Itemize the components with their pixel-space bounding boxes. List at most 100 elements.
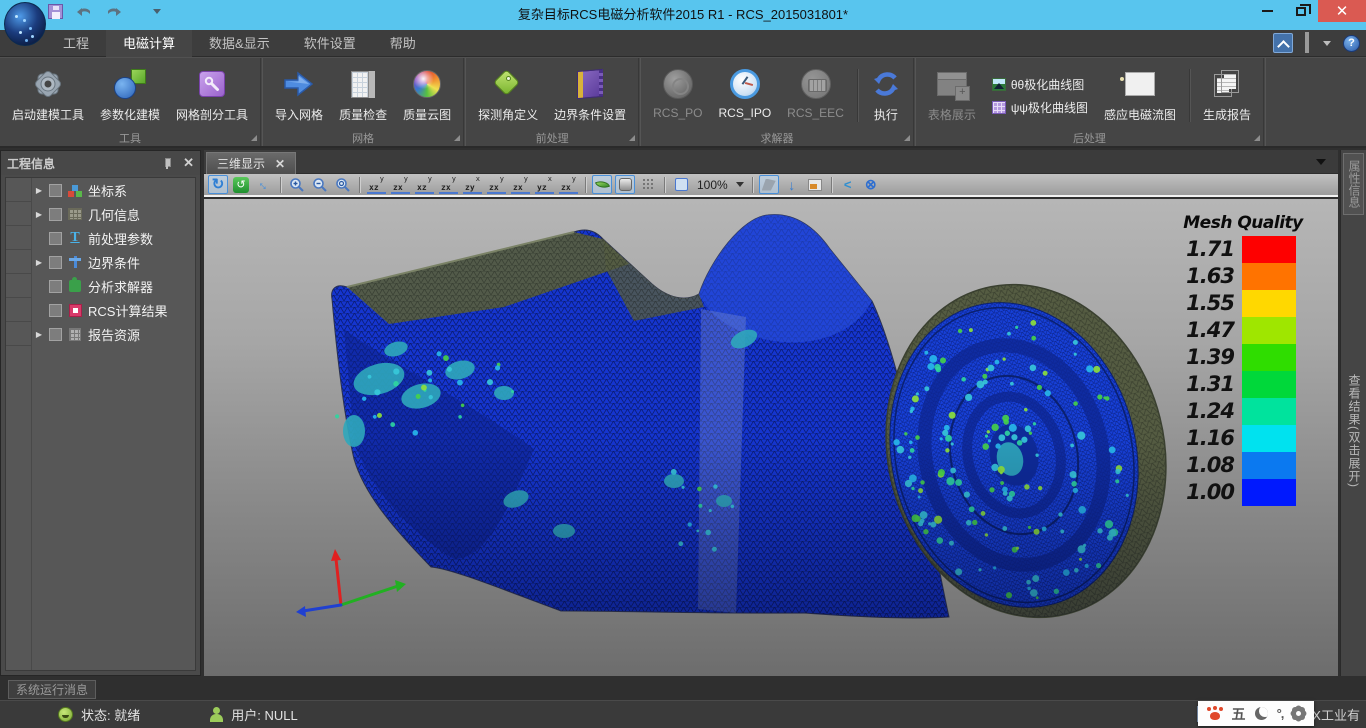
view-iso-button[interactable]: yzx <box>559 176 578 194</box>
drop-view-button[interactable]: ↓ <box>782 175 802 194</box>
view-xz2-button[interactable]: yxz <box>415 176 434 194</box>
solid-mode-button[interactable] <box>615 175 635 194</box>
tree-item-report-resources[interactable]: ▶ 报告资源 <box>32 322 195 346</box>
share-icon: < <box>844 177 852 192</box>
checkbox[interactable] <box>49 184 62 197</box>
checkbox[interactable] <box>49 280 62 293</box>
rcs-ipo-button[interactable]: RCS_IPO <box>710 61 779 130</box>
tab-data-display[interactable]: 数据&显示 <box>192 30 287 57</box>
checkbox[interactable] <box>49 304 62 317</box>
mesh-partition-tool-button[interactable]: 网格剖分工具 <box>168 61 256 130</box>
tree-item-preprocess-params[interactable]: T 前处理参数 <box>32 226 195 250</box>
purple-book-icon <box>577 62 603 106</box>
legend-row: 1.47 <box>1182 317 1304 344</box>
rcs-eec-button[interactable]: RCS_EEC <box>779 61 852 130</box>
help-icon[interactable]: ? <box>1343 35 1360 52</box>
cancel-button[interactable]: ⊗ <box>861 175 881 194</box>
pan-button[interactable]: ↔ <box>254 175 274 194</box>
quality-check-button[interactable]: 质量检查 <box>331 61 395 130</box>
chevron-down-icon <box>1323 41 1331 46</box>
moon-icon[interactable] <box>1255 707 1268 720</box>
checkbox[interactable] <box>49 208 62 221</box>
zoom-in-button[interactable] <box>287 175 307 194</box>
parametric-modeling-button[interactable]: 参数化建模 <box>92 61 168 130</box>
pin-icon[interactable] <box>161 157 173 169</box>
tree-item-rcs-results[interactable]: RCS计算结果 <box>32 298 195 322</box>
refresh-view-button[interactable]: ↺ <box>231 175 251 194</box>
view-zx-button[interactable]: yzx <box>391 176 410 194</box>
theta-polarization-curve-button[interactable]: θθ极化曲线图 <box>992 76 1088 93</box>
generate-report-button[interactable]: 生成报告 <box>1195 61 1259 130</box>
view-yz-button[interactable]: xyz <box>535 176 554 194</box>
ribbon-group-label: 后处理 <box>916 130 1263 146</box>
ime-settings-gear-icon[interactable] <box>1292 707 1305 720</box>
launch-modeling-tool-button[interactable]: 启动建模工具 <box>4 61 92 130</box>
ribbon-group-label: 前处理 <box>466 130 638 146</box>
close-icon[interactable]: ✕ <box>275 157 285 171</box>
share-button[interactable]: < <box>838 175 858 194</box>
expand-icon[interactable]: ▶ <box>34 186 44 195</box>
expand-icon[interactable]: ▶ <box>34 258 44 267</box>
restore-button[interactable] <box>1284 0 1318 22</box>
view-results-tab[interactable]: 查看结果(双击展开) <box>1345 374 1363 514</box>
view-zx3-button[interactable]: yzx <box>487 176 506 194</box>
app-logo-icon[interactable] <box>4 2 46 46</box>
ime-toolbar[interactable]: 五 °, <box>1198 701 1314 726</box>
ime-mode-button[interactable]: 五 <box>1232 704 1246 724</box>
tab-help[interactable]: 帮助 <box>373 30 433 57</box>
property-info-tab[interactable]: 属性信息 <box>1343 153 1364 215</box>
down-arrow-icon: ↓ <box>788 177 795 193</box>
legend-swatch <box>1242 398 1296 425</box>
tab-em-compute[interactable]: 电磁计算 <box>106 30 192 57</box>
expand-icon[interactable]: ▶ <box>34 330 44 339</box>
rcs-po-button[interactable]: RCS_PO <box>645 61 710 130</box>
view-zx2-button[interactable]: yzx <box>439 176 458 194</box>
sync-icon: ↺ <box>233 177 249 193</box>
table-display-button[interactable]: 表格展示 <box>920 61 984 130</box>
display-style-button[interactable] <box>1305 34 1331 52</box>
zoom-out-button[interactable] <box>310 175 330 194</box>
ribbon-group-label: 网格 <box>263 130 463 146</box>
tree-item-geometry-info[interactable]: ▶ 几何信息 <box>32 202 195 226</box>
psi-polarization-curve-button[interactable]: ψψ极化曲线图 <box>992 99 1088 116</box>
tab-software-settings[interactable]: 软件设置 <box>287 30 373 57</box>
clip-plane-button[interactable] <box>759 175 779 194</box>
execute-button[interactable]: 执行 <box>863 61 909 130</box>
axis-triad <box>296 549 406 617</box>
detection-angle-button[interactable]: 探测角定义 <box>470 61 546 130</box>
close-icon[interactable]: ✕ <box>183 157 194 169</box>
tab-project[interactable]: 工程 <box>46 30 106 57</box>
tab-3d-display[interactable]: 三维显示 ✕ <box>206 152 296 174</box>
export-view-button[interactable] <box>805 175 825 194</box>
expand-icon[interactable]: ▶ <box>34 210 44 219</box>
refresh-arrows-icon <box>871 62 901 106</box>
boundary-condition-settings-button[interactable]: 边界条件设置 <box>546 61 634 130</box>
3d-viewport[interactable]: Mesh Quality 1.71 1.63 1.55 1.47 1.39 1.… <box>204 199 1338 676</box>
ime-punct-button[interactable]: °, <box>1277 706 1284 721</box>
tree-item-coordinate-system[interactable]: ▶ 坐标系 <box>32 178 195 202</box>
shaded-mode-button[interactable] <box>592 175 612 194</box>
view-xz-button[interactable]: yxz <box>367 176 386 194</box>
view-zy-button[interactable]: xzy <box>463 176 482 194</box>
points-mode-button[interactable] <box>638 175 658 194</box>
zoom-dropdown-icon[interactable] <box>736 182 744 187</box>
checkbox[interactable] <box>49 232 62 245</box>
boundary-axis-icon <box>67 254 83 270</box>
tree-item-boundary-conditions[interactable]: ▶ 边界条件 <box>32 250 195 274</box>
system-messages-tab[interactable]: 系统运行消息 <box>8 680 96 699</box>
induced-current-map-button[interactable]: 感应电磁流图 <box>1096 61 1184 130</box>
checkbox[interactable] <box>49 256 62 269</box>
quality-cloud-button[interactable]: 质量云图 <box>395 61 459 130</box>
zoom-preset-button[interactable] <box>671 175 691 194</box>
rotate-button[interactable]: ↻ <box>208 175 228 194</box>
tab-list-dropdown-icon[interactable] <box>1316 159 1326 165</box>
close-button[interactable]: ✕ <box>1318 0 1366 22</box>
view-zx4-button[interactable]: yzx <box>511 176 530 194</box>
collapse-ribbon-button[interactable] <box>1273 33 1293 53</box>
minimize-button[interactable] <box>1250 0 1284 22</box>
import-mesh-button[interactable]: 导入网格 <box>267 61 331 130</box>
tree-item-analysis-solver[interactable]: 分析求解器 <box>32 274 195 298</box>
ime-paw-icon[interactable] <box>1207 707 1223 721</box>
zoom-fit-button[interactable] <box>333 175 353 194</box>
checkbox[interactable] <box>49 328 62 341</box>
